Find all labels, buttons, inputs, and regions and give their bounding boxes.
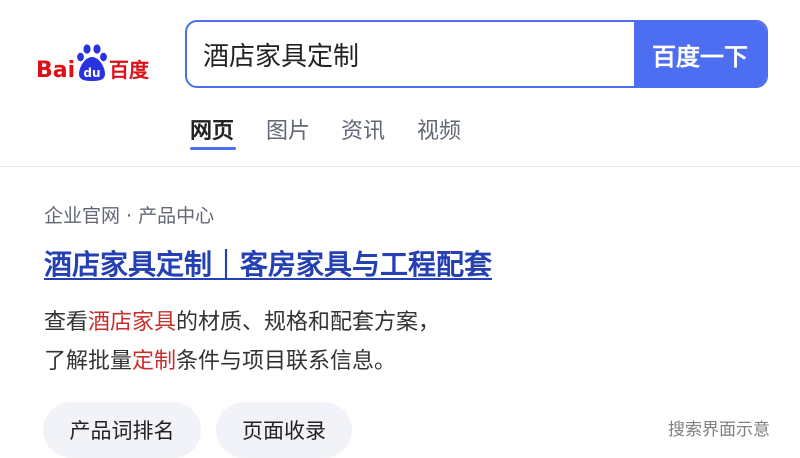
active-tab-indicator [190, 147, 236, 150]
tab-web[interactable]: 网页 [190, 113, 234, 145]
search-box: 百度一下 [185, 20, 768, 88]
snippet-highlight: 定制 [132, 349, 177, 374]
snippet-text: 查看 [44, 310, 89, 335]
search-input[interactable] [187, 22, 635, 86]
snippet-line-2: 了解批量定制条件与项目联系信息。 [44, 342, 440, 381]
logo-du-text: du [83, 66, 100, 80]
result-snippet: 查看酒店家具的材质、规格和配套方案， 了解批量定制条件与项目联系信息。 [44, 303, 440, 381]
snippet-line-1: 查看酒店家具的材质、规格和配套方案， [44, 303, 440, 342]
tab-videos[interactable]: 视频 [417, 113, 461, 145]
logo-bai-text: Bai [36, 58, 75, 83]
snippet-text: 了解批量 [44, 349, 133, 374]
search-header: Bai du 百度 百度一下 网页 图片 资讯 视频 [0, 0, 800, 167]
snippet-text: 条件与项目联系信息。 [176, 349, 397, 374]
baidu-logo[interactable]: Bai du 百度 [36, 43, 160, 87]
tab-news[interactable]: 资讯 [341, 113, 385, 145]
logo-suffix-text: 百度 [109, 58, 150, 82]
footer-note: 搜索界面示意 [668, 420, 770, 440]
search-button[interactable]: 百度一下 [634, 22, 766, 86]
result-title-link[interactable]: 酒店家具定制｜客房家具与工程配套 [44, 243, 492, 283]
snippet-highlight: 酒店家具 [88, 310, 177, 335]
snippet-text: 的材质、规格和配套方案， [176, 310, 441, 335]
tab-images[interactable]: 图片 [266, 113, 310, 145]
result-breadcrumb: 企业官网 · 产品中心 [44, 205, 215, 227]
